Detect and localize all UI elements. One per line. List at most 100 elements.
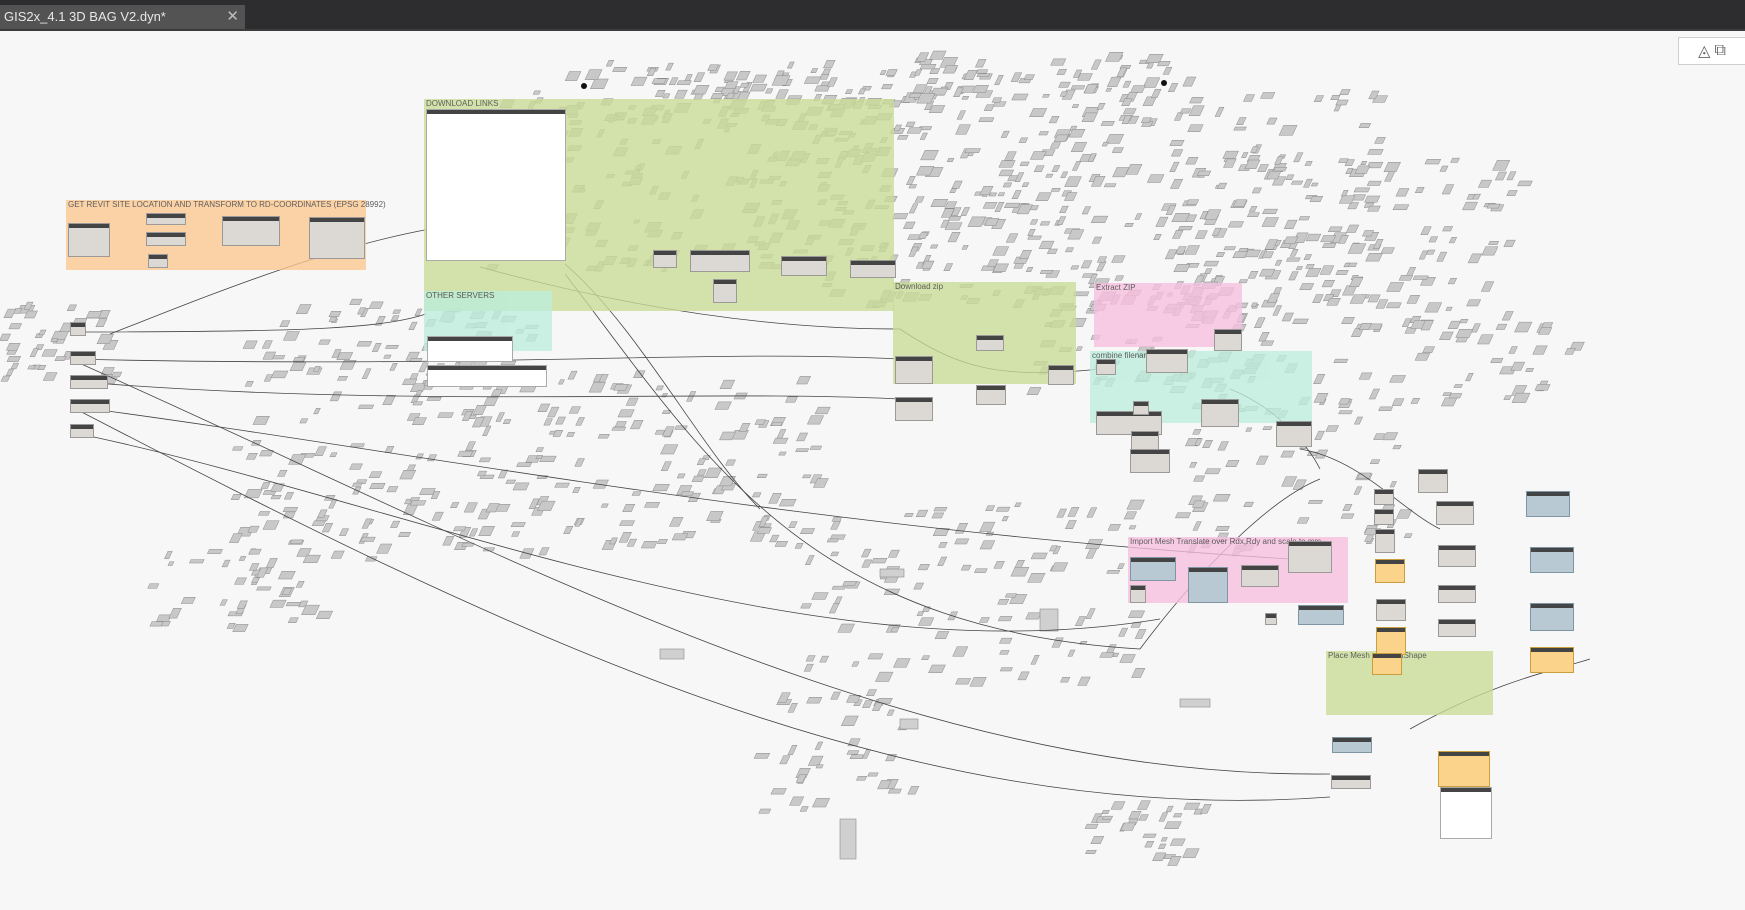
graph-node[interactable]: [653, 250, 677, 268]
graph-node[interactable]: [1530, 603, 1574, 631]
node-header[interactable]: [896, 398, 932, 402]
node-header[interactable]: [714, 280, 736, 284]
view-toggle[interactable]: ◬ ⧉: [1678, 37, 1745, 65]
graph-node[interactable]: [70, 351, 96, 365]
close-tab-icon[interactable]: ✕: [226, 6, 239, 28]
graph-node[interactable]: [690, 250, 750, 272]
graph-node[interactable]: [1298, 605, 1344, 625]
graph-node[interactable]: [1438, 751, 1490, 787]
node-header[interactable]: [310, 218, 364, 222]
node-header[interactable]: [1134, 402, 1148, 406]
node-header[interactable]: [654, 251, 676, 255]
node-header[interactable]: [896, 357, 932, 361]
node-header[interactable]: [1531, 548, 1573, 552]
node-header[interactable]: [71, 400, 109, 404]
graph-node[interactable]: [1440, 787, 1492, 839]
graph-node[interactable]: [146, 213, 186, 225]
node-header[interactable]: [1439, 546, 1475, 550]
node-header[interactable]: [71, 425, 93, 429]
node-header[interactable]: [1419, 470, 1447, 474]
graph-node[interactable]: [1130, 585, 1146, 603]
graph-node[interactable]: [1201, 399, 1239, 427]
node-header[interactable]: [69, 224, 109, 228]
graph-node[interactable]: [1526, 491, 1570, 517]
graph-node[interactable]: [1133, 401, 1149, 415]
node-header[interactable]: [1527, 492, 1569, 496]
graph-node[interactable]: [70, 322, 86, 336]
node-header[interactable]: [1132, 432, 1158, 436]
node-header[interactable]: [977, 336, 1003, 340]
graph-node[interactable]: [976, 335, 1004, 351]
graph-node[interactable]: [895, 356, 933, 384]
graph-node[interactable]: [309, 217, 365, 259]
graph-node[interactable]: [427, 365, 547, 387]
graph-node[interactable]: [1376, 627, 1406, 655]
graph-canvas[interactable]: GET REVIT SITE LOCATION AND TRANSFORM TO…: [0, 29, 1745, 910]
graph-node[interactable]: [1146, 349, 1188, 373]
graph-node[interactable]: [222, 216, 280, 246]
graph-node[interactable]: [146, 232, 186, 246]
graph-node[interactable]: [976, 385, 1006, 405]
node-header[interactable]: [977, 386, 1005, 390]
graph-node[interactable]: [68, 223, 110, 257]
node-header[interactable]: [1376, 530, 1394, 534]
graph-node[interactable]: [1265, 613, 1277, 625]
node-header[interactable]: [1441, 788, 1491, 792]
node-header[interactable]: [1147, 350, 1187, 354]
node-header[interactable]: [1531, 604, 1573, 608]
node-header[interactable]: [1277, 422, 1311, 426]
graph-view-icon[interactable]: ⧉: [1714, 42, 1725, 60]
node-header[interactable]: [1439, 620, 1475, 624]
node-header[interactable]: [1242, 566, 1278, 570]
graph-node[interactable]: [1048, 365, 1074, 385]
graph-node[interactable]: [1436, 501, 1474, 525]
graph-node[interactable]: [427, 336, 513, 362]
node-header[interactable]: [1376, 560, 1404, 564]
graph-node[interactable]: [70, 375, 108, 389]
node-header[interactable]: [1332, 776, 1370, 780]
node-header[interactable]: [71, 352, 95, 356]
node-header[interactable]: [223, 217, 279, 221]
node-header[interactable]: [71, 376, 107, 380]
graph-node[interactable]: [1214, 329, 1242, 351]
node-header[interactable]: [1131, 450, 1169, 454]
node-header[interactable]: [1215, 330, 1241, 334]
graph-node[interactable]: [1438, 545, 1476, 567]
graph-node[interactable]: [1530, 647, 1574, 673]
node-header[interactable]: [1439, 586, 1475, 590]
graph-node[interactable]: [1331, 775, 1371, 789]
node-header[interactable]: [427, 110, 565, 114]
node-header[interactable]: [1299, 606, 1343, 610]
graph-node[interactable]: [426, 109, 566, 261]
graph-node[interactable]: [1374, 509, 1394, 525]
graph-node[interactable]: [1332, 737, 1372, 753]
place-mesh-group[interactable]: Place Mesh as DirectShape: [1326, 651, 1493, 715]
graph-node[interactable]: [148, 254, 168, 268]
graph-node[interactable]: [1375, 529, 1395, 553]
node-header[interactable]: [1375, 510, 1393, 514]
geometry-view-icon[interactable]: ◬: [1698, 41, 1710, 61]
graph-node[interactable]: [781, 256, 827, 276]
graph-node[interactable]: [1438, 619, 1476, 637]
graph-node[interactable]: [1372, 653, 1402, 675]
node-header[interactable]: [1266, 614, 1276, 618]
node-header[interactable]: [1377, 600, 1405, 604]
graph-node[interactable]: [1276, 421, 1312, 447]
node-header[interactable]: [1131, 558, 1175, 562]
graph-node[interactable]: [713, 279, 737, 303]
graph-node[interactable]: [1130, 557, 1176, 581]
node-header[interactable]: [428, 337, 512, 341]
node-header[interactable]: [1189, 568, 1227, 572]
graph-node[interactable]: [1374, 489, 1394, 505]
node-header[interactable]: [1377, 628, 1405, 632]
node-header[interactable]: [1289, 542, 1331, 546]
node-header[interactable]: [1375, 490, 1393, 494]
graph-node[interactable]: [70, 424, 94, 438]
node-header[interactable]: [1437, 502, 1473, 506]
graph-node[interactable]: [1376, 599, 1406, 621]
node-header[interactable]: [1202, 400, 1238, 404]
graph-node[interactable]: [850, 260, 896, 278]
graph-node[interactable]: [1241, 565, 1279, 587]
graph-node[interactable]: [1188, 567, 1228, 603]
node-header[interactable]: [1097, 412, 1161, 416]
